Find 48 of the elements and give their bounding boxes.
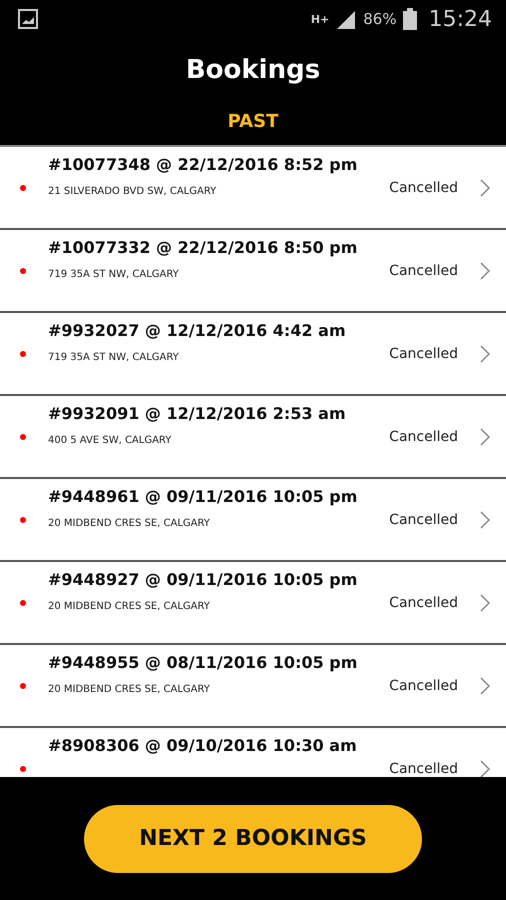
booking-status: Cancelled [389,346,458,362]
booking-status: Cancelled [389,180,458,196]
status-dot-icon [20,516,26,522]
status-dot-icon [20,766,26,772]
status-dot-icon [20,600,26,606]
booking-status: Cancelled [389,512,458,528]
booking-title: #9448927 @ 09/11/2016 10:05 pm [48,570,358,589]
booking-title: #8908306 @ 09/10/2016 10:30 am [48,736,358,755]
chevron-right-icon [480,262,490,280]
booking-status: Cancelled [389,594,458,610]
booking-address: 20 MIDBEND CRES SE, CALGARY [48,684,211,695]
chevron-right-icon [480,178,490,196]
signal-icon [335,9,358,29]
booking-title: #9448955 @ 08/11/2016 10:05 pm [48,653,358,672]
screen-title: Bookings [184,54,322,87]
clock: 15:24 [428,6,492,32]
booking-address: 719 35A ST NW, CALGARY [48,352,180,363]
booking-address: 21 SILVERADO BVD SW, CALGARY [48,186,218,197]
status-dot-icon [20,184,26,190]
battery-percent: 86% [363,10,397,28]
booking-title: #10077348 @ 22/12/2016 8:52 pm [48,155,358,174]
battery-icon [402,8,417,30]
chevron-right-icon [480,344,490,362]
booking-status: Cancelled [389,760,458,776]
chevron-right-icon [480,594,490,612]
booking-title: #9932027 @ 12/12/2016 4:42 am [48,321,347,340]
booking-title: #9932091 @ 12/12/2016 2:53 am [48,404,347,423]
booking-address: 400 5 AVE SW, CALGARY [48,435,172,446]
booking-status: Cancelled [389,428,458,444]
network-type: H+ [310,12,330,26]
status-dot-icon [20,268,26,274]
booking-status: Cancelled [389,262,458,278]
next-bookings-button[interactable]: NEXT 2 BOOKINGS [84,804,422,872]
booking-status: Cancelled [389,678,458,694]
status-dot-icon [20,350,26,356]
section-heading: PAST [226,110,280,134]
booking-address: 20 MIDBEND CRES SE, CALGARY [48,518,211,529]
chevron-right-icon [480,510,490,528]
status-dot-icon [20,434,26,440]
image-icon [18,9,38,29]
booking-title: #9448961 @ 09/11/2016 10:05 pm [48,487,358,506]
chevron-right-icon [480,760,490,777]
chevron-right-icon [480,676,490,694]
chevron-right-icon [480,428,490,446]
booking-address: 20 MIDBEND CRES SE, CALGARY [48,601,211,612]
status-dot-icon [20,682,26,688]
booking-address: 719 35A ST NW, CALGARY [48,269,180,280]
booking-title: #10077332 @ 22/12/2016 8:50 pm [48,238,358,257]
